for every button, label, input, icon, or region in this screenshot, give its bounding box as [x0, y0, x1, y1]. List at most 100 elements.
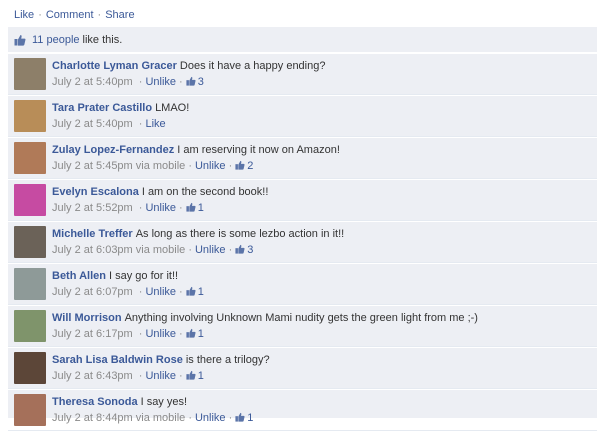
- thumbs-up-icon: [186, 76, 196, 86]
- comment-like-count[interactable]: 1: [186, 328, 204, 340]
- separator: ·: [138, 76, 143, 88]
- like-toggle-button[interactable]: Unlike: [145, 202, 176, 214]
- like-count-value: 2: [247, 160, 254, 172]
- like-toggle-button[interactable]: Unlike: [145, 370, 176, 382]
- comment-item: Sarah Lisa Baldwin Rose is there a trilog…: [8, 347, 597, 389]
- comment-author[interactable]: Sarah Lisa Baldwin Rose: [52, 354, 183, 366]
- separator: ·: [179, 202, 183, 214]
- comment-item: Michelle Treffer As long as there is some…: [8, 221, 597, 263]
- like-toggle-button[interactable]: Unlike: [145, 328, 176, 340]
- comment-timestamp[interactable]: July 2 at 5:52pm: [52, 202, 133, 214]
- thumbs-up-icon: [14, 34, 26, 46]
- comment-text: I say yes!: [140, 396, 188, 408]
- comment-like-count[interactable]: 1: [186, 370, 204, 382]
- comment-text: I am on the second book!!: [141, 186, 269, 198]
- likes-text: like this.: [82, 33, 123, 46]
- avatar[interactable]: [14, 394, 46, 426]
- comment-timestamp[interactable]: July 2 at 5:40pm: [52, 118, 133, 130]
- separator: ·: [188, 244, 192, 256]
- comment-timestamp[interactable]: July 2 at 6:03pm: [52, 244, 133, 256]
- comment-timestamp[interactable]: July 2 at 5:45pm: [52, 160, 133, 172]
- comment-text: I say go for it!!: [109, 270, 179, 282]
- separator: ·: [138, 286, 143, 298]
- separator: ·: [138, 370, 143, 382]
- comment-item: Theresa Sonoda I say yes! July 2 at 8:44p…: [8, 389, 597, 431]
- avatar[interactable]: [14, 100, 46, 132]
- separator: ·: [228, 160, 233, 172]
- comment-item: Evelyn Escalona I am on the second book!!…: [8, 179, 597, 221]
- comment-timestamp[interactable]: July 2 at 6:17pm: [52, 328, 133, 340]
- comment-like-count[interactable]: 1: [235, 412, 253, 424]
- like-count-value: 1: [247, 412, 254, 424]
- like-count-value: 3: [247, 244, 254, 256]
- avatar[interactable]: [14, 268, 46, 300]
- like-link[interactable]: Like: [14, 9, 34, 21]
- comment-author[interactable]: Will Morrison: [52, 312, 122, 324]
- separator: ·: [138, 118, 143, 130]
- comment-item: Will Morrison Anything involving Unknown …: [8, 305, 597, 347]
- post-actions: Like · Comment · Share: [14, 9, 135, 21]
- separator: ·: [188, 160, 192, 172]
- thumbs-up-icon: [186, 328, 196, 338]
- share-link[interactable]: Share: [105, 9, 134, 21]
- comment-text: Anything involving Unknown Mami nudity g…: [124, 312, 478, 324]
- separator: ·: [179, 328, 183, 340]
- comment-list: Charlotte Lyman Gracer Does it have a hap…: [8, 53, 597, 431]
- comment-item: Beth Allen I say go for it!! July 2 at 6:…: [8, 263, 597, 305]
- like-toggle-button[interactable]: Unlike: [145, 286, 176, 298]
- like-toggle-button[interactable]: Unlike: [145, 76, 176, 88]
- thumbs-up-icon: [186, 370, 196, 380]
- like-toggle-button[interactable]: Unlike: [195, 412, 226, 424]
- avatar[interactable]: [14, 142, 46, 174]
- like-count-value: 1: [197, 202, 204, 214]
- avatar[interactable]: [14, 310, 46, 342]
- likers-link[interactable]: 11 people: [32, 34, 80, 46]
- comment-timestamp[interactable]: July 2 at 6:07pm: [52, 286, 133, 298]
- avatar[interactable]: [14, 352, 46, 384]
- comment-author[interactable]: Charlotte Lyman Gracer: [52, 60, 177, 72]
- like-count-value: 1: [197, 328, 204, 340]
- like-count-value: 3: [197, 76, 204, 88]
- separator: ·: [228, 412, 233, 424]
- like-toggle-button[interactable]: Unlike: [195, 244, 226, 256]
- thumbs-up-icon: [235, 412, 245, 422]
- comment-text: Does it have a happy ending?: [179, 60, 326, 72]
- avatar[interactable]: [14, 226, 46, 258]
- like-count-value: 1: [197, 286, 204, 298]
- comment-author[interactable]: Zulay Lopez-Fernandez: [52, 144, 174, 156]
- avatar[interactable]: [14, 184, 46, 216]
- comment-text: I am reserving it now on Amazon!: [177, 144, 340, 156]
- thumbs-up-icon: [186, 286, 196, 296]
- like-count-value: 1: [197, 370, 204, 382]
- comment-like-count[interactable]: 1: [186, 202, 204, 214]
- comment-author[interactable]: Michelle Treffer: [52, 228, 133, 240]
- comment-author[interactable]: Theresa Sonoda: [52, 396, 138, 408]
- comment-like-count[interactable]: 2: [235, 160, 253, 172]
- avatar[interactable]: [14, 58, 46, 90]
- comment-link[interactable]: Comment: [46, 9, 94, 21]
- comment-timestamp[interactable]: July 2 at 6:43pm: [52, 370, 133, 382]
- via-label: via mobile: [135, 412, 186, 424]
- like-toggle-button[interactable]: Unlike: [195, 160, 226, 172]
- comment-text: is there a trilogy?: [185, 354, 270, 366]
- separator: ·: [188, 412, 192, 424]
- separator: ·: [38, 9, 42, 21]
- separator: ·: [179, 286, 183, 298]
- comment-author[interactable]: Tara Prater Castillo: [52, 102, 152, 114]
- separator: ·: [138, 202, 143, 214]
- like-toggle-button[interactable]: Like: [145, 118, 165, 130]
- comment-text: As long as there is some lezbo action in…: [135, 228, 345, 240]
- comments-panel: 11 people like this. Charlotte Lyman Gra…: [8, 27, 597, 431]
- comment-like-count[interactable]: 3: [186, 76, 204, 88]
- thumbs-up-icon: [235, 160, 245, 170]
- comment-like-count[interactable]: 3: [235, 244, 253, 256]
- comment-author[interactable]: Evelyn Escalona: [52, 186, 139, 198]
- comment-author[interactable]: Beth Allen: [52, 270, 106, 282]
- thumbs-up-icon: [235, 244, 245, 254]
- comment-like-count[interactable]: 1: [186, 286, 204, 298]
- separator: ·: [179, 76, 183, 88]
- comment-timestamp[interactable]: July 2 at 5:40pm: [52, 76, 133, 88]
- separator: ·: [138, 328, 143, 340]
- via-label: via mobile: [135, 244, 186, 256]
- comment-timestamp[interactable]: July 2 at 8:44pm: [52, 412, 133, 424]
